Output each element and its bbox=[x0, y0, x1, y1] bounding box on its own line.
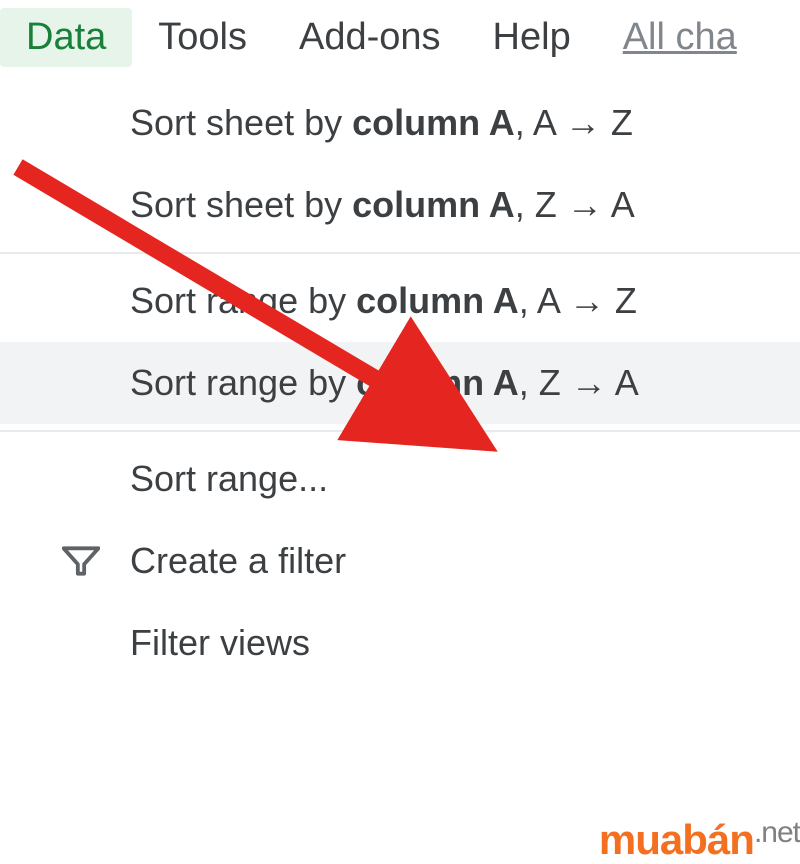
menuitem-label-post: , A → Z bbox=[515, 102, 633, 143]
menubar: Data Tools Add-ons Help All cha bbox=[0, 0, 800, 75]
watermark: muabán.net bbox=[599, 816, 800, 864]
menuitem-label: Create a filter bbox=[130, 540, 346, 582]
menu-divider bbox=[0, 430, 800, 432]
menu-data[interactable]: Data bbox=[0, 8, 132, 67]
menuitem-label-pre: Sort sheet by bbox=[130, 102, 352, 143]
data-dropdown: Sort sheet by column A, A → Z Sort sheet… bbox=[0, 82, 800, 664]
menuitem-sort-range-az[interactable]: Sort range by column A, A → Z bbox=[0, 260, 800, 342]
menuitem-label-pre: Sort range by bbox=[130, 280, 356, 321]
menuitem-label: Filter views bbox=[130, 622, 310, 664]
menuitem-label-post: , A → Z bbox=[519, 280, 637, 321]
menuitem-sort-range-dialog[interactable]: Sort range... bbox=[0, 438, 800, 520]
menuitem-label-pre: Sort range by bbox=[130, 362, 356, 403]
menu-divider bbox=[0, 252, 800, 254]
menuitem-label-bold: column A bbox=[356, 362, 519, 403]
menuitem-label-bold: column A bbox=[352, 184, 515, 225]
watermark-brand: muabán bbox=[599, 816, 754, 863]
menuitem-create-filter[interactable]: Create a filter bbox=[0, 520, 800, 602]
menuitem-label-bold: column A bbox=[352, 102, 515, 143]
watermark-tld: .net bbox=[754, 816, 800, 849]
menuitem-sort-sheet-az[interactable]: Sort sheet by column A, A → Z bbox=[0, 82, 800, 164]
menu-addons[interactable]: Add-ons bbox=[273, 8, 467, 67]
menuitem-label-pre: Sort sheet by bbox=[130, 184, 352, 225]
menuitem-sort-sheet-za[interactable]: Sort sheet by column A, Z → A bbox=[0, 164, 800, 246]
menu-help[interactable]: Help bbox=[467, 8, 597, 67]
menuitem-label: Sort range... bbox=[130, 458, 328, 500]
menuitem-label-post: , Z → A bbox=[519, 362, 639, 403]
menuitem-filter-views[interactable]: Filter views bbox=[0, 602, 800, 664]
menu-all-changes[interactable]: All cha bbox=[597, 8, 737, 67]
menuitem-label-post: , Z → A bbox=[515, 184, 635, 225]
menuitem-label-bold: column A bbox=[356, 280, 519, 321]
filter-icon bbox=[62, 546, 100, 576]
menuitem-sort-range-za[interactable]: Sort range by column A, Z → A bbox=[0, 342, 800, 424]
menu-tools[interactable]: Tools bbox=[132, 8, 273, 67]
